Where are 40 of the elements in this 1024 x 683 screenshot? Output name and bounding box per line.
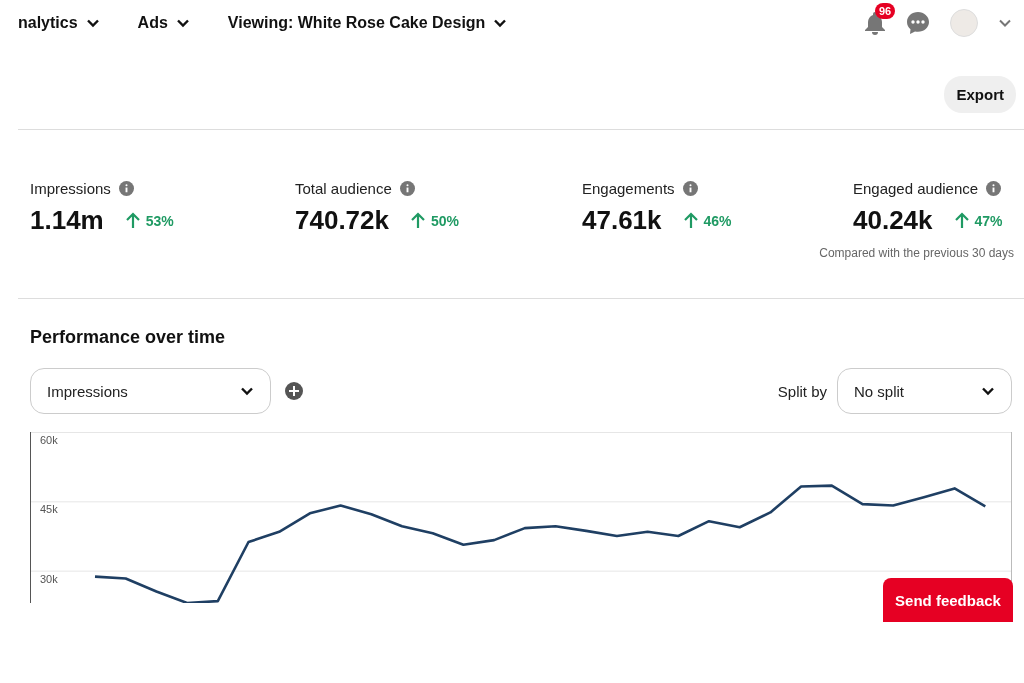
info-icon — [399, 181, 415, 196]
metric-select[interactable]: Impressions — [30, 368, 271, 414]
messages-button[interactable] — [906, 11, 930, 35]
y-axis-label: 30k — [40, 572, 58, 585]
info-icon — [986, 181, 1002, 196]
y-axis-label: 45k — [40, 503, 58, 516]
metric-value: 740.72k — [295, 205, 389, 236]
avatar — [950, 9, 978, 37]
metric-value: 1.14m — [30, 205, 104, 236]
metric-label: Impressions — [30, 180, 111, 197]
split-select[interactable]: No split — [837, 368, 1012, 414]
export-button[interactable]: Export — [944, 76, 1016, 113]
arrow-up-icon — [411, 212, 425, 229]
metric-label: Engaged audience — [853, 180, 979, 197]
arrow-up-icon — [683, 212, 698, 229]
metric-change: 53% — [145, 212, 174, 229]
add-metric-button[interactable] — [285, 382, 303, 400]
metric-value: 47.61k — [582, 205, 662, 236]
arrow-up-icon — [125, 212, 140, 229]
metric-change: 47% — [974, 212, 1003, 229]
metric-change: 46% — [703, 212, 732, 229]
nav-menu-item[interactable]: nalytics — [18, 14, 100, 32]
metric-value: 40.24k — [853, 205, 933, 236]
y-axis-label: 60k — [40, 434, 58, 446]
arrow-up-icon — [954, 212, 969, 229]
metric-change: 50% — [431, 212, 459, 229]
section-title: Performance over time — [30, 327, 227, 348]
nav-menu-item[interactable]: Ads — [137, 14, 190, 32]
plus-icon — [285, 382, 303, 400]
nav-menu-item[interactable]: Viewing: White Rose Cake Design — [227, 14, 508, 32]
notification-badge: 96 — [875, 3, 896, 19]
notifications-button[interactable]: 96 — [864, 3, 898, 35]
metric-label: Total audience — [295, 180, 392, 197]
info-icon — [118, 181, 134, 196]
comparison-note: Compared with the previous 30 days — [818, 246, 1014, 260]
split-by-label: Split by — [777, 382, 827, 400]
send-feedback-button[interactable]: Send feedback — [883, 578, 1013, 622]
metric-label: Engagements — [582, 180, 675, 197]
speech-bubble-icon — [906, 11, 930, 35]
info-icon — [682, 181, 698, 196]
